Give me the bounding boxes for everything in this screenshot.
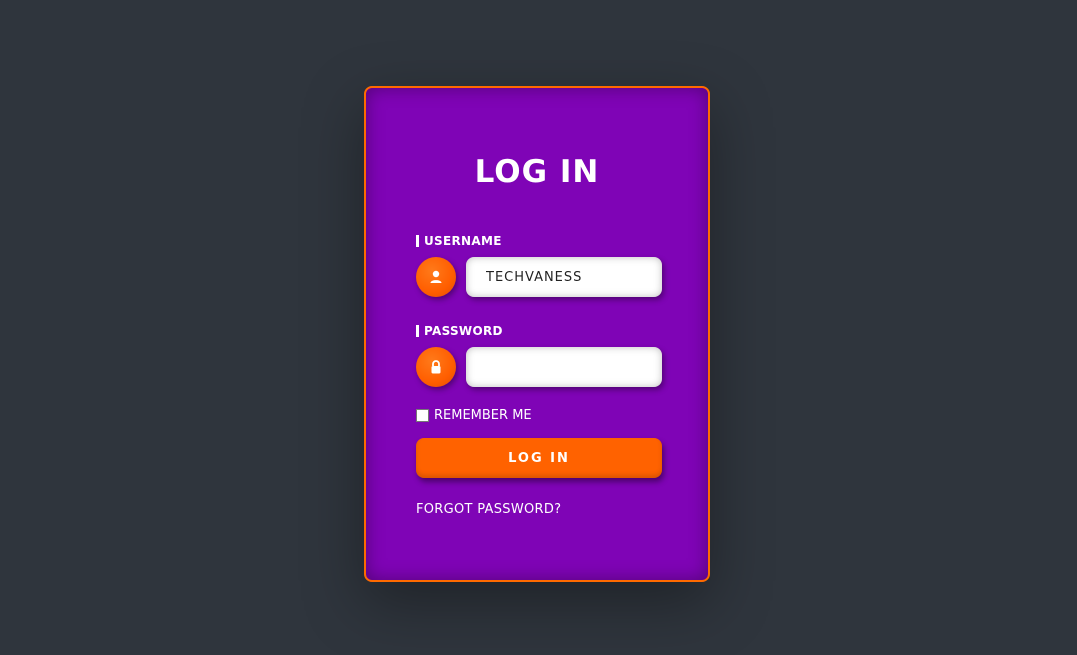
password-input[interactable]	[466, 347, 662, 387]
page-title: LOG IN	[474, 154, 600, 190]
lock-icon	[416, 347, 456, 387]
label-marker	[416, 325, 419, 337]
label-marker	[416, 235, 419, 247]
remember-checkbox[interactable]	[416, 409, 429, 422]
user-icon	[416, 257, 456, 297]
password-label: PASSWORD	[416, 324, 503, 338]
forgot-password-link[interactable]: FORGOT PASSWORD?	[416, 502, 561, 517]
remember-label: REMEMBER ME	[434, 408, 532, 423]
remember-me[interactable]: REMEMBER ME	[416, 408, 532, 423]
username-input[interactable]	[466, 257, 662, 297]
password-label-text: PASSWORD	[424, 324, 503, 338]
username-label: USERNAME	[416, 234, 502, 248]
login-card: LOG IN USERNAME PASSWORD REMEMBER ME LOG…	[364, 86, 710, 582]
login-button[interactable]: LOG IN	[416, 438, 662, 478]
username-label-text: USERNAME	[424, 234, 502, 248]
